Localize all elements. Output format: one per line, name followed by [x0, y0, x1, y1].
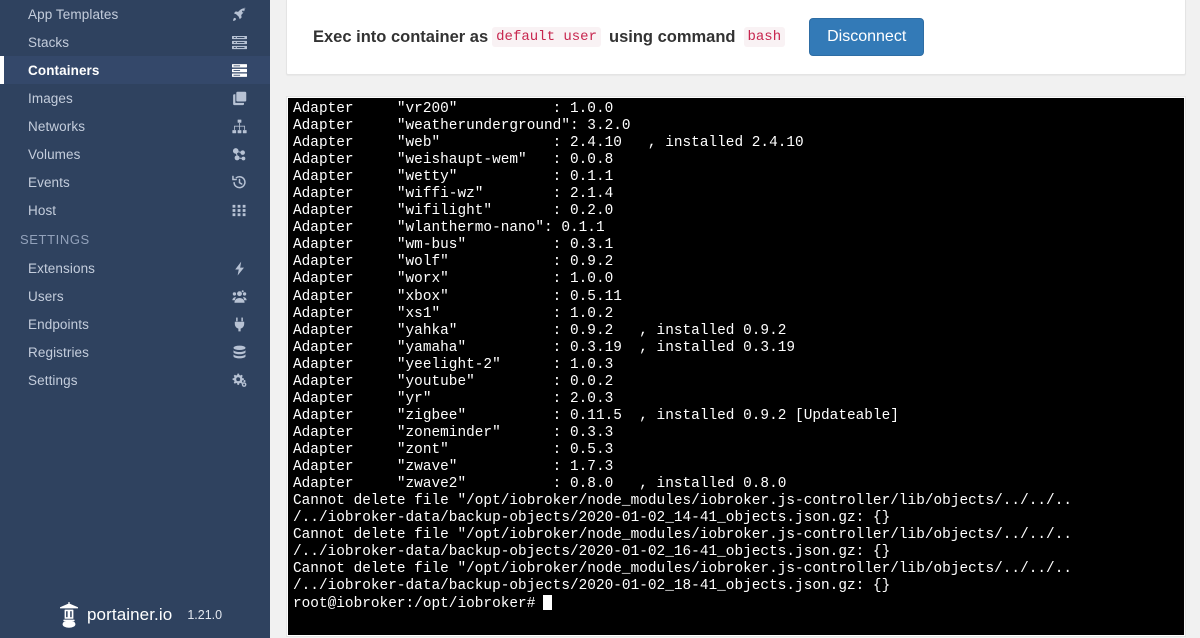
sidebar-section-settings: SETTINGS — [20, 231, 90, 247]
exec-prefix-label: Exec into container as — [313, 27, 489, 46]
sidebar: App Templates Stacks Containers Images Netwo… — [0, 0, 270, 638]
sidebar-item-endpoints[interactable]: Endpoints — [0, 310, 270, 338]
terminal-line: Adapter "wifilight" : 0.2.0 — [293, 203, 614, 220]
gears-icon — [230, 372, 248, 388]
sidebar-item-label: Stacks — [28, 34, 70, 50]
terminal-line: /../iobroker-data/backup-objects/2020-01… — [293, 544, 891, 561]
sidebar-item-volumes[interactable]: Volumes — [0, 140, 270, 168]
sidebar-item-extensions[interactable]: Extensions — [0, 254, 270, 282]
exec-description: Exec into container as default user usin… — [313, 27, 789, 47]
sidebar-footer: portainer.io 1.21.0 — [0, 592, 270, 638]
sidebar-item-events[interactable]: Events — [0, 168, 270, 196]
disconnect-button[interactable]: Disconnect — [809, 18, 925, 56]
terminal-line: /../iobroker-data/backup-objects/2020-01… — [293, 578, 891, 595]
terminal-line: Adapter "zont" : 0.5.3 — [293, 441, 614, 458]
terminal-cursor — [543, 595, 553, 611]
grid-icon — [230, 202, 248, 218]
terminal-output[interactable]: Adapter "vr200" : 1.0.0 Adapter "weatheru… — [288, 98, 1184, 635]
database-icon — [230, 344, 248, 360]
exec-middle-label: using command — [608, 27, 736, 46]
portainer-lighthouse-logo — [58, 602, 80, 628]
terminal-line: Cannot delete file "/opt/iobroker/node_m… — [293, 561, 1073, 578]
terminal-prompt-line: root@iobroker:/opt/iobroker# — [293, 595, 1184, 612]
terminal-line: Adapter "weatherunderground": 3.2.0 — [293, 118, 631, 135]
sidebar-item-label: Users — [28, 288, 64, 304]
terminal-line: Adapter "web" : 2.4.10 , installed 2.4.1… — [293, 135, 804, 152]
containers-icon — [230, 62, 248, 78]
sidebar-item-label: Settings — [28, 372, 78, 388]
sidebar-item-label: Registries — [28, 344, 90, 360]
terminal-prompt: root@iobroker:/opt/iobroker# — [293, 596, 536, 613]
portainer-app: App Templates Stacks Containers Images Netwo… — [0, 0, 1200, 638]
brand-name: portainer.io — [87, 605, 173, 624]
terminal-line: Adapter "wiffi-wz" : 2.1.4 — [293, 186, 614, 203]
terminal-line: Adapter "worx" : 1.0.0 — [293, 271, 614, 288]
sidebar-item-label: App Templates — [28, 6, 119, 22]
terminal-line: Adapter "zigbee" : 0.11.5 , installed 0.… — [293, 407, 899, 424]
sidebar-item-label: Host — [28, 202, 57, 218]
bolt-icon — [230, 260, 248, 276]
history-icon — [230, 174, 248, 190]
sidebar-nav-main: App Templates Stacks Containers Images Netwo… — [0, 0, 270, 224]
sidebar-item-images[interactable]: Images — [0, 84, 270, 112]
sidebar-item-label: Networks — [28, 118, 86, 134]
exec-command-code: bash — [743, 27, 786, 47]
terminal-line: Cannot delete file "/opt/iobroker/node_m… — [293, 493, 1073, 510]
sidebar-nav-settings: Extensions Users Endpoints Registries Settin… — [0, 254, 270, 394]
terminal-line: /../iobroker-data/backup-objects/2020-01… — [293, 510, 891, 527]
terminal-line: Adapter "yeelight-2" : 1.0.3 — [293, 356, 614, 373]
terminal-line: Adapter "yahka" : 0.9.2 , installed 0.9.… — [293, 322, 787, 339]
terminal-line: Adapter "yamaha" : 0.3.19 , installed 0.… — [293, 339, 796, 356]
terminal-line: Adapter "xs1" : 1.0.2 — [293, 305, 614, 322]
sidebar-item-networks[interactable]: Networks — [0, 112, 270, 140]
sidebar-item-label: Events — [28, 174, 70, 190]
terminal-line: Adapter "wolf" : 0.9.2 — [293, 254, 614, 271]
terminal-line: Adapter "zoneminder" : 0.3.3 — [293, 424, 614, 441]
networks-icon — [230, 118, 248, 134]
sidebar-item-label: Containers — [28, 62, 100, 78]
sidebar-item-stacks[interactable]: Stacks — [0, 28, 270, 56]
terminal-line: Cannot delete file "/opt/iobroker/node_m… — [293, 527, 1073, 544]
users-icon — [230, 288, 248, 304]
terminal-line: Adapter "vr200" : 1.0.0 — [293, 101, 614, 117]
main-content: Exec into container as default user usin… — [270, 0, 1200, 638]
terminal-line: Adapter "zwave" : 1.7.3 — [293, 458, 614, 475]
exec-panel: Exec into container as default user usin… — [286, 0, 1186, 75]
sidebar-item-app-templates[interactable]: App Templates — [0, 0, 270, 28]
terminal-line: Adapter "yr" : 2.0.3 — [293, 390, 614, 407]
sidebar-item-label: Extensions — [28, 260, 96, 276]
plug-icon — [230, 316, 248, 332]
images-icon — [230, 90, 248, 106]
terminal-line: Adapter "xbox" : 0.5.11 — [293, 288, 622, 305]
stacks-icon — [230, 34, 248, 50]
app-version: 1.21.0 — [187, 608, 223, 622]
terminal-line: Adapter "youtube" : 0.0.2 — [293, 373, 614, 390]
volumes-icon — [230, 146, 248, 162]
sidebar-item-users[interactable]: Users — [0, 282, 270, 310]
rocket-icon — [230, 6, 248, 22]
sidebar-item-label: Images — [28, 90, 73, 106]
sidebar-item-host[interactable]: Host — [0, 196, 270, 224]
sidebar-item-label: Endpoints — [28, 316, 89, 332]
terminal-line: Adapter "wlanthermo-nano": 0.1.1 — [293, 220, 605, 237]
sidebar-item-label: Volumes — [28, 146, 81, 162]
terminal-line: Adapter "zwave2" : 0.8.0 , installed 0.8… — [293, 476, 787, 493]
exec-user-code: default user — [492, 27, 601, 47]
terminal-line: Adapter "wm-bus" : 0.3.1 — [293, 237, 614, 254]
terminal-container[interactable]: Adapter "vr200" : 1.0.0 Adapter "weatheru… — [286, 96, 1186, 637]
sidebar-item-registries[interactable]: Registries — [0, 338, 270, 366]
sidebar-item-settings[interactable]: Settings — [0, 366, 270, 394]
terminal-line: Adapter "weishaupt-wem" : 0.0.8 — [293, 152, 614, 169]
sidebar-item-containers[interactable]: Containers — [0, 56, 270, 84]
terminal-line: Adapter "wetty" : 0.1.1 — [293, 169, 614, 186]
